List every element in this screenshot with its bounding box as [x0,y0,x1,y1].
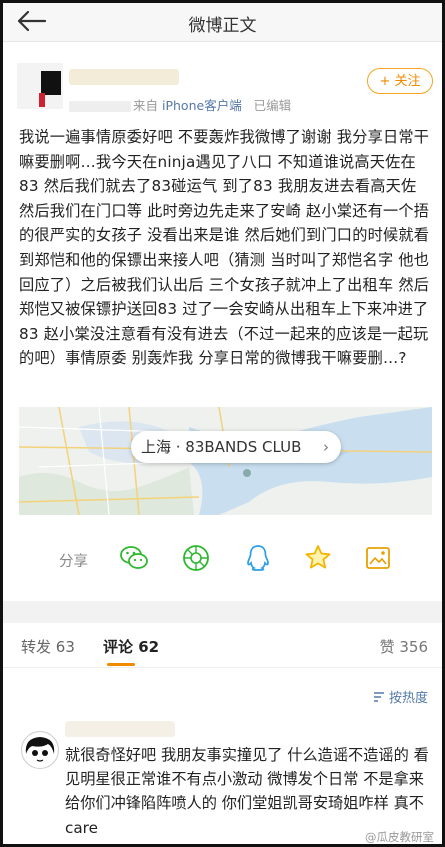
commenter-name-blurred[interactable] [65,721,175,737]
active-tab-indicator [107,663,135,666]
comment-item: 就很奇怪好吧 我朋友事实撞见了 什么造谣不造谣的 看见明星很正常谁不有点小激动 … [3,715,442,844]
tab-repost[interactable]: 转发 63 [21,636,75,657]
share-bar: 分享 [3,539,442,579]
post-source: 来自 iPhone客户端 已编辑 [69,95,291,114]
sort-icon [373,692,384,702]
tab-comments[interactable]: 评论 62 [103,636,159,657]
wechat-icon[interactable] [119,543,149,573]
qq-icon[interactable] [243,543,273,573]
section-divider [3,601,442,623]
top-bar: 微博正文 [3,3,442,42]
qzone-icon[interactable] [303,543,333,573]
comment-text: 就很奇怪好吧 我朋友事实撞见了 什么造谣不造谣的 看见明星很正常谁不有点小激动 … [65,746,429,837]
sort-by-hot-button[interactable]: 按热度 [373,687,428,706]
author-name-blurred[interactable] [69,69,179,85]
watermark: @瓜皮教研室 [365,830,434,844]
source-prefix: 来自 [133,98,159,113]
share-label: 分享 [59,554,88,570]
moments-icon[interactable] [181,543,211,573]
edited-label: 已编辑 [253,98,292,113]
save-image-icon[interactable] [363,543,393,573]
location-text: 上海 · 83BANDS CLUB [141,438,302,456]
location-label[interactable]: 上海 · 83BANDS CLUB › [131,431,341,463]
page-title: 微博正文 [188,16,257,36]
source-device[interactable]: iPhone客户端 [162,98,242,113]
weibo-post-screen: 微博正文 来自 iPhone客户端 已编辑 + 关注 我说一遍事情原委好吧 不要… [0,0,445,847]
chevron-right-icon: › [323,438,329,456]
follow-button[interactable]: + 关注 [367,68,433,94]
tab-likes[interactable]: 赞 356 [380,636,428,657]
commenter-avatar[interactable] [21,731,59,769]
interaction-tabs: 转发 63 评论 62 赞 356 [3,623,442,668]
location-map[interactable]: 上海 · 83BANDS CLUB › [19,407,432,515]
post-text: 我说一遍事情原委好吧 不要轰炸我微博了谢谢 我分享日常干嘛要删啊…我今天在nin… [19,128,430,368]
avatar[interactable] [17,63,63,109]
